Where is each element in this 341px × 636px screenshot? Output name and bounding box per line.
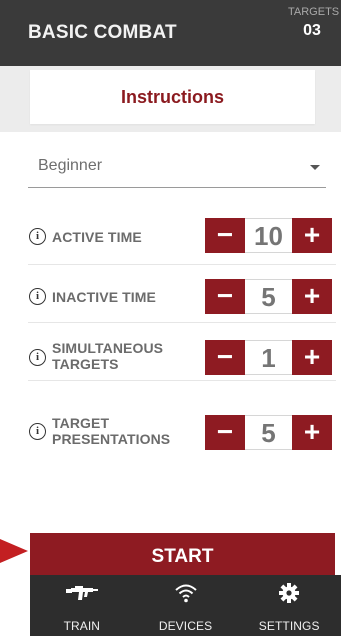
stepper-value: 5 [245, 415, 292, 450]
tab-label: DEVICES [158, 619, 213, 633]
active-time-stepper: − 10 + [205, 218, 332, 253]
chevron-down-icon [310, 165, 320, 170]
inactive-time-stepper: − 5 + [205, 279, 332, 314]
tab-train[interactable]: TRAIN [30, 575, 134, 636]
level-selected-value: Beginner [38, 157, 103, 174]
setting-label: TARGET PRESENTATIONS [52, 415, 171, 447]
decrement-button[interactable]: − [205, 340, 245, 375]
stepper-value: 10 [245, 218, 292, 253]
start-button[interactable]: START [30, 533, 335, 580]
pointer-arrow-icon [0, 539, 28, 563]
targets-count: 03 [303, 22, 321, 39]
wifi-icon [174, 584, 197, 603]
decrement-button[interactable]: − [205, 218, 245, 253]
page-title: BASIC COMBAT [28, 22, 177, 43]
stepper-value: 5 [245, 279, 292, 314]
targets-label: TARGETS [288, 6, 340, 18]
info-icon[interactable]: i [29, 423, 46, 440]
increment-button[interactable]: + [292, 279, 332, 314]
stepper-value: 1 [245, 340, 292, 375]
target-presentations-stepper: − 5 + [205, 415, 332, 450]
setting-row-active-time: i ACTIVE TIME − 10 + [28, 207, 336, 265]
setting-label: SIMULTANEOUS TARGETS [52, 340, 164, 372]
simultaneous-targets-stepper: − 1 + [205, 340, 332, 375]
increment-button[interactable]: + [292, 415, 332, 450]
tab-label: TRAIN [63, 619, 101, 633]
instructions-button[interactable]: Instructions [30, 70, 315, 124]
increment-button[interactable]: + [292, 340, 332, 375]
increment-button[interactable]: + [292, 218, 332, 253]
setting-row-target-presentations: i TARGET PRESENTATIONS − 5 + [28, 381, 336, 491]
info-icon[interactable]: i [29, 228, 46, 245]
info-icon[interactable]: i [29, 288, 46, 305]
tab-devices[interactable]: DEVICES [134, 575, 238, 636]
instructions-panel: Instructions [0, 66, 341, 132]
tab-label: SETTINGS [258, 619, 320, 633]
decrement-button[interactable]: − [205, 415, 245, 450]
rifle-icon [65, 586, 98, 600]
setting-label: ACTIVE TIME [52, 229, 142, 245]
decrement-button[interactable]: − [205, 279, 245, 314]
bottom-tab-bar: TRAIN DEVICES SETTINGS [30, 575, 341, 636]
info-icon[interactable]: i [29, 349, 46, 366]
setting-row-simultaneous-targets: i SIMULTANEOUS TARGETS − 1 + [28, 323, 336, 381]
setting-label: INACTIVE TIME [52, 289, 156, 305]
level-select[interactable]: Beginner [28, 148, 326, 188]
tab-settings[interactable]: SETTINGS [237, 575, 341, 636]
setting-row-inactive-time: i INACTIVE TIME − 5 + [28, 265, 336, 323]
app-header: BASIC COMBAT TARGETS 03 [0, 0, 341, 66]
gear-icon [279, 583, 300, 603]
